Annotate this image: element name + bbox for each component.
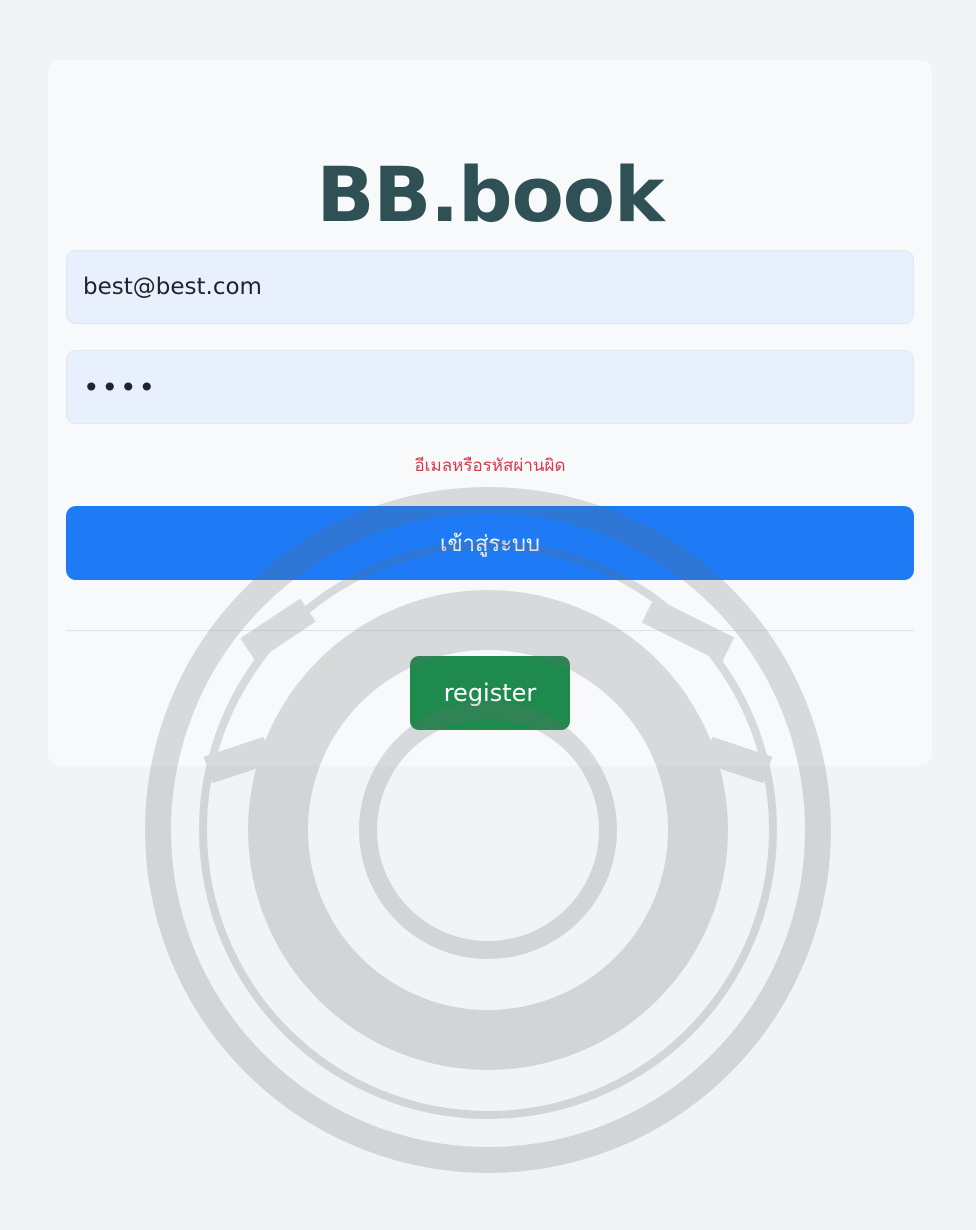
error-message: อีเมลหรือรหัสผ่านผิด (414, 456, 566, 476)
password-field[interactable] (66, 350, 914, 424)
register-button[interactable]: register (410, 656, 570, 730)
app-title: BB.book (316, 150, 664, 239)
login-button[interactable]: เข้าสู่ระบบ (66, 506, 914, 580)
email-field[interactable] (66, 250, 914, 324)
divider (66, 630, 914, 631)
login-card: BB.book อีเมลหรือรหัสผ่านผิด เข้าสู่ระบบ… (48, 60, 932, 766)
